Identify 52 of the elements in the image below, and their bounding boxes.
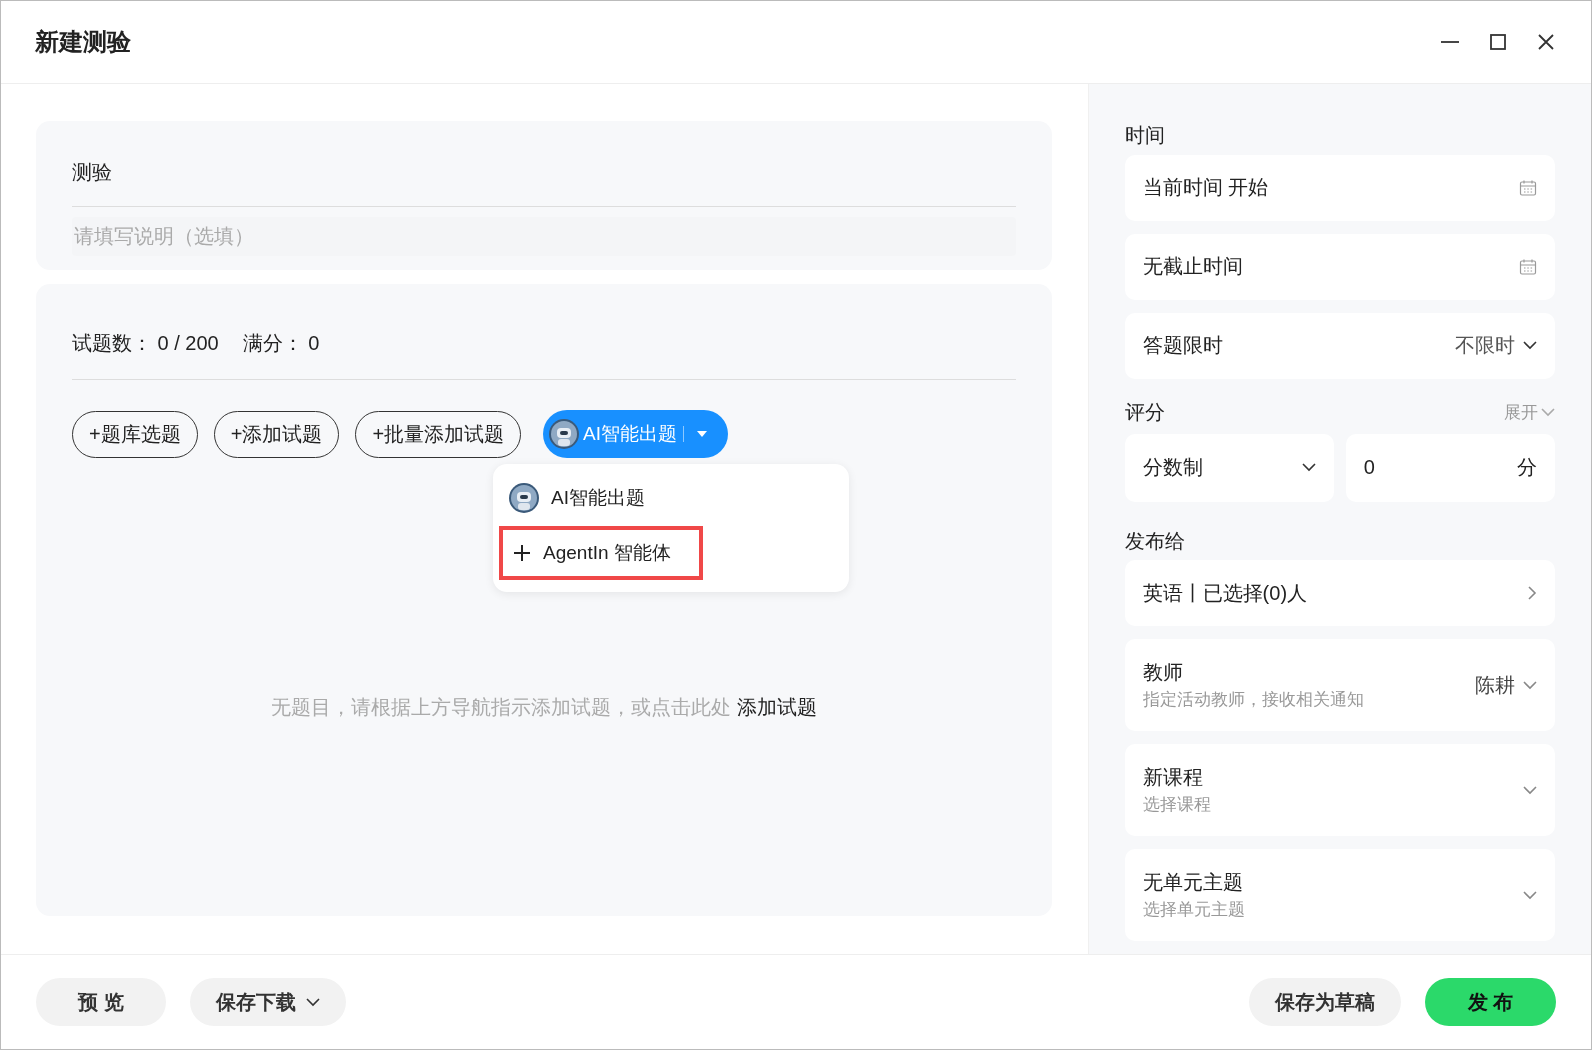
footer-button[interactable]: 发 布 <box>1425 978 1556 1026</box>
option-label: 答题限时 <box>1142 333 1224 359</box>
option-value: 陈耕 <box>1475 672 1515 698</box>
option-hint: 选择课程 <box>1142 794 1212 817</box>
option-label: 教师 <box>1142 660 1184 686</box>
chevron-down-icon <box>1301 463 1316 473</box>
empty-message: 无题目，请根据上方导航指示添加试题，或点击此处 <box>270 694 731 720</box>
robot-avatar-icon <box>509 483 540 513</box>
close-icon <box>1537 33 1555 51</box>
maximize-button[interactable] <box>1487 31 1509 53</box>
option-row[interactable]: 新课程 选择课程 <box>1124 744 1555 837</box>
end-time-field[interactable]: 无截止时间 <box>1124 233 1555 300</box>
quiz-title: 测验 <box>72 159 1016 207</box>
option-hint: 指定活动教师，接收相关通知 <box>1142 689 1365 712</box>
total-score: 满分： 0 <box>242 331 320 356</box>
add-question-link[interactable]: 添加试题 <box>736 693 817 721</box>
window-title: 新建测验 <box>35 27 132 57</box>
option-row[interactable]: 无单元主题 选择单元主题 <box>1124 849 1555 941</box>
calendar-icon <box>1519 257 1537 276</box>
option-hint: 选择单元主题 <box>1142 899 1246 922</box>
chevron-down-icon <box>306 997 320 1007</box>
chevron-right-icon <box>1528 586 1537 601</box>
footer-button[interactable]: 预 览 <box>36 978 166 1026</box>
chevron-down-icon <box>1523 785 1537 795</box>
time-limit-row[interactable]: 答题限时 不限时 <box>1124 312 1555 379</box>
calendar-icon <box>1519 178 1537 197</box>
start-time-field[interactable]: 当前时间 开始 <box>1124 154 1555 221</box>
points-field[interactable]: 0 分 <box>1345 433 1555 502</box>
menu-item[interactable]: AgentIn 智能体 <box>499 526 704 580</box>
chevron-down-icon <box>1523 890 1537 900</box>
footer-button[interactable]: 保存下载 <box>190 978 346 1026</box>
option-row[interactable]: 教师 指定活动教师，接收相关通知 陈耕 <box>1124 639 1555 732</box>
option-label: 新课程 <box>1142 765 1204 791</box>
menu-item[interactable]: AI智能出题 <box>493 474 850 522</box>
option-label: 无单元主题 <box>1142 870 1244 896</box>
question-count: 试题数： 0 / 200 <box>72 331 219 356</box>
plus-icon <box>513 544 532 562</box>
footer-button[interactable]: 保存为草稿 <box>1249 978 1401 1026</box>
section-heading: 发布给 <box>1124 528 1186 554</box>
section-heading: 时间 <box>1124 122 1166 148</box>
scoring-mode-select[interactable]: 分数制 <box>1124 433 1334 502</box>
chevron-down-icon <box>1523 680 1537 690</box>
points-value: 0 <box>1363 456 1376 480</box>
chevron-down-icon <box>1541 408 1555 418</box>
option-value: 不限时 <box>1455 333 1515 359</box>
robot-avatar-icon <box>549 419 580 449</box>
unit-label: 分 <box>1517 455 1537 481</box>
maximize-icon <box>1489 33 1507 51</box>
minimize-icon <box>1441 41 1459 43</box>
chevron-down-icon <box>1523 341 1537 351</box>
recipients-row[interactable]: 英语丨已选择(0)人 <box>1124 560 1555 627</box>
section-heading: 评分 <box>1124 400 1165 426</box>
